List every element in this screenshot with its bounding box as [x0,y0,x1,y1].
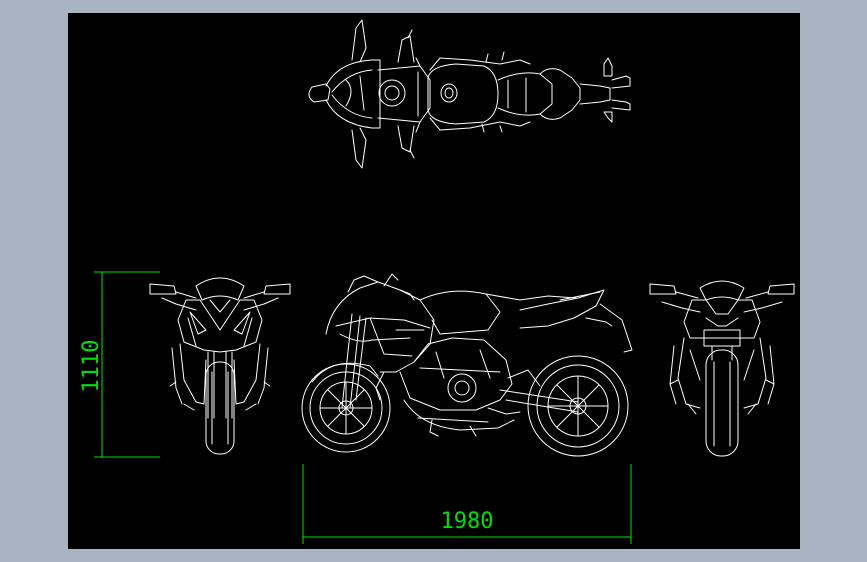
motorcycle-rear-view [649,280,795,457]
height-dimension-label: 1110 [79,340,104,393]
length-dimension: 1980 [302,464,632,544]
length-dimension-label: 1980 [441,509,494,534]
height-dimension: 1110 [79,271,160,458]
motorcycle-front-view [149,277,291,455]
cad-drawing: 1110 1980 [79,19,795,544]
motorcycle-top-view [308,19,631,169]
motorcycle-side-view [301,273,633,457]
